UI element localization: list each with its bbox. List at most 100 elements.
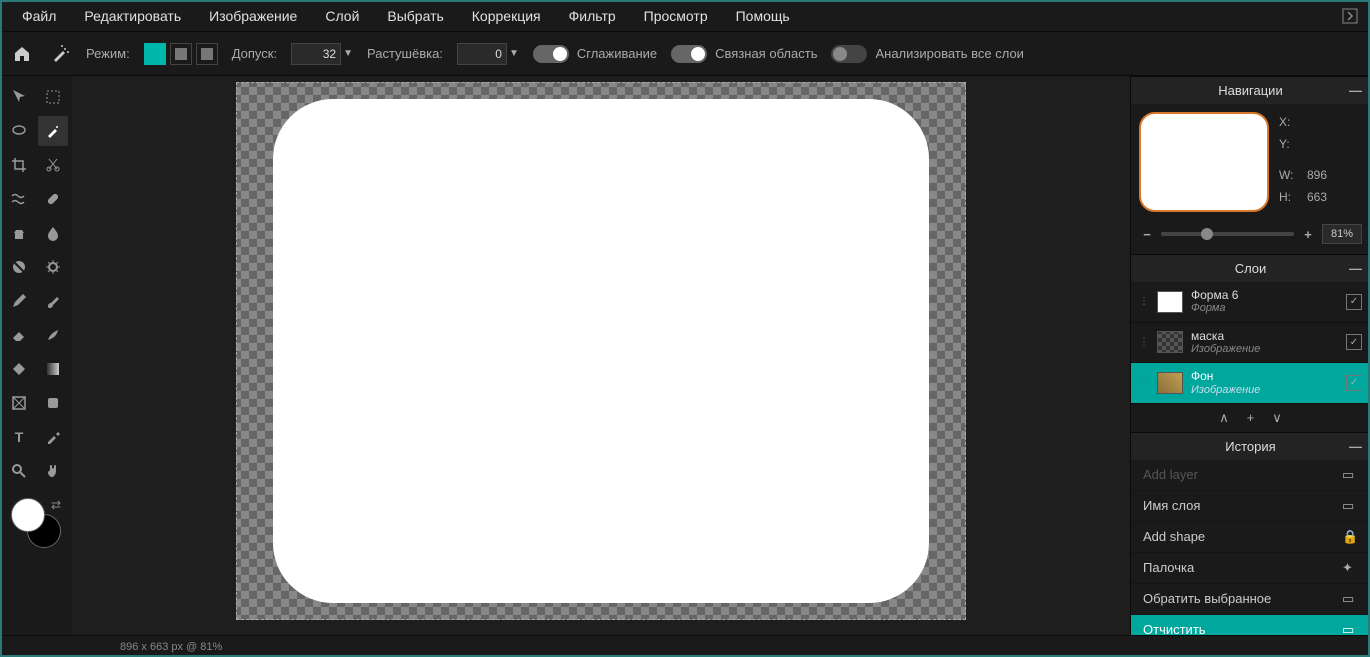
add-layer-icon[interactable]: + bbox=[1247, 410, 1255, 426]
zoom-tool[interactable] bbox=[4, 456, 34, 486]
layer-thumbnail[interactable] bbox=[1157, 331, 1183, 353]
move-tool[interactable] bbox=[4, 82, 34, 112]
history-label: Имя слоя bbox=[1143, 498, 1200, 513]
menu-view[interactable]: Просмотр bbox=[630, 2, 722, 30]
color-well[interactable]: ⇄ bbox=[11, 498, 61, 548]
chevron-down-icon[interactable]: ▼ bbox=[509, 48, 519, 59]
home-icon[interactable] bbox=[10, 42, 34, 66]
contiguous-toggle[interactable] bbox=[671, 45, 707, 63]
path-tool[interactable] bbox=[38, 388, 68, 418]
lock-icon: 🔒 bbox=[1342, 529, 1358, 545]
nav-h-label: H: bbox=[1279, 187, 1299, 209]
zoom-in-button[interactable]: + bbox=[1300, 227, 1316, 242]
tolerance-input[interactable] bbox=[291, 43, 341, 65]
history-item[interactable]: Add layer ▭ bbox=[1131, 460, 1370, 491]
cut-tool[interactable] bbox=[38, 150, 68, 180]
gradient-tool[interactable] bbox=[38, 354, 68, 384]
heal-tool[interactable] bbox=[38, 184, 68, 214]
sponge-tool[interactable] bbox=[38, 252, 68, 282]
drag-handle-icon[interactable]: ⋮ bbox=[1139, 377, 1149, 388]
menu-help[interactable]: Помощь bbox=[722, 2, 804, 30]
fill-tool[interactable] bbox=[4, 354, 34, 384]
brush-tool[interactable] bbox=[38, 286, 68, 316]
history-item[interactable]: Имя слоя ▭ bbox=[1131, 491, 1370, 522]
minimize-icon[interactable]: — bbox=[1349, 83, 1362, 98]
all-layers-label: Анализировать все слои bbox=[875, 46, 1023, 61]
liquify-tool[interactable] bbox=[4, 184, 34, 214]
status-text: 896 x 663 px @ 81% bbox=[120, 641, 222, 653]
lasso-tool[interactable] bbox=[4, 116, 34, 146]
history-item[interactable]: Отчистить ▭ bbox=[1131, 615, 1370, 635]
visibility-checkbox[interactable]: ✓ bbox=[1346, 334, 1362, 350]
mode-subtract-selection[interactable] bbox=[196, 43, 218, 65]
layer-name: Форма 6 bbox=[1191, 288, 1338, 302]
eyedropper-tool[interactable] bbox=[38, 422, 68, 452]
dodge-tool[interactable] bbox=[4, 252, 34, 282]
menu-bar: Файл Редактировать Изображение Слой Выбр… bbox=[0, 0, 1370, 32]
canvas-area[interactable] bbox=[72, 76, 1130, 635]
eraser-tool[interactable] bbox=[4, 320, 34, 350]
canvas[interactable] bbox=[236, 82, 966, 620]
zoom-value-input[interactable] bbox=[1322, 224, 1362, 244]
menu-filter[interactable]: Фильтр bbox=[555, 2, 630, 30]
layer-up-icon[interactable]: ∧ bbox=[1219, 410, 1229, 426]
layer-down-icon[interactable]: ∨ bbox=[1272, 410, 1282, 426]
menu-file[interactable]: Файл bbox=[8, 2, 70, 30]
pencil-tool[interactable] bbox=[4, 286, 34, 316]
mode-new-selection[interactable] bbox=[144, 43, 166, 65]
clone-tool[interactable] bbox=[4, 218, 34, 248]
minimize-icon[interactable]: — bbox=[1349, 439, 1362, 454]
blur-tool[interactable] bbox=[38, 218, 68, 248]
clipboard-icon: ▭ bbox=[1342, 467, 1358, 483]
menu-layer[interactable]: Слой bbox=[311, 2, 373, 30]
magic-wand-tool-icon[interactable] bbox=[48, 42, 72, 66]
layer-row[interactable]: ⋮ Форма 6 Форма ✓ bbox=[1131, 282, 1370, 323]
nav-thumbnail[interactable] bbox=[1139, 112, 1269, 212]
hand-tool[interactable] bbox=[38, 456, 68, 486]
marquee-tool[interactable] bbox=[38, 82, 68, 112]
smudge-tool[interactable] bbox=[38, 320, 68, 350]
drag-handle-icon[interactable]: ⋮ bbox=[1139, 296, 1149, 307]
drag-handle-icon[interactable]: ⋮ bbox=[1139, 337, 1149, 348]
all-layers-toggle[interactable] bbox=[831, 45, 867, 63]
antialias-label: Сглаживание bbox=[577, 46, 657, 61]
tolerance-label: Допуск: bbox=[232, 46, 277, 61]
visibility-checkbox[interactable]: ✓ bbox=[1346, 294, 1362, 310]
zoom-out-button[interactable]: − bbox=[1139, 227, 1155, 242]
layer-thumbnail[interactable] bbox=[1157, 372, 1183, 394]
mode-add-selection[interactable] bbox=[170, 43, 192, 65]
text-tool[interactable]: T bbox=[4, 422, 34, 452]
shape-tool[interactable] bbox=[4, 388, 34, 418]
feather-input[interactable] bbox=[457, 43, 507, 65]
history-label: Палочка bbox=[1143, 560, 1194, 575]
layer-row[interactable]: ⋮ Фон Изображение ✓ bbox=[1131, 363, 1370, 404]
wand-icon: ✦ bbox=[1342, 560, 1358, 576]
layer-thumbnail[interactable] bbox=[1157, 291, 1183, 313]
nav-x-label: X: bbox=[1279, 112, 1299, 134]
history-item[interactable]: Add shape 🔒 bbox=[1131, 522, 1370, 553]
menu-select[interactable]: Выбрать bbox=[373, 2, 457, 30]
layer-row[interactable]: ⋮ маска Изображение ✓ bbox=[1131, 323, 1370, 364]
swap-colors-icon[interactable]: ⇄ bbox=[51, 498, 61, 512]
layers-panel-header: Слои — bbox=[1131, 254, 1370, 282]
chevron-down-icon[interactable]: ▼ bbox=[343, 48, 353, 59]
options-bar: Режим: Допуск: ▼ Растушёвка: ▼ Сглаживан… bbox=[0, 32, 1370, 76]
history-item[interactable]: Палочка ✦ bbox=[1131, 553, 1370, 584]
wand-tool[interactable] bbox=[38, 116, 68, 146]
zoom-slider[interactable] bbox=[1161, 232, 1294, 236]
visibility-checkbox[interactable]: ✓ bbox=[1346, 375, 1362, 391]
expand-right-icon[interactable] bbox=[1338, 4, 1362, 28]
history-item[interactable]: Обратить выбранное ▭ bbox=[1131, 584, 1370, 615]
menu-image[interactable]: Изображение bbox=[195, 2, 311, 30]
menu-adjust[interactable]: Коррекция bbox=[458, 2, 555, 30]
menu-edit[interactable]: Редактировать bbox=[70, 2, 195, 30]
crop-tool[interactable] bbox=[4, 150, 34, 180]
history-label: Add shape bbox=[1143, 529, 1205, 544]
foreground-color[interactable] bbox=[11, 498, 45, 532]
toolbox: T ⇄ bbox=[0, 76, 72, 635]
nav-w-value: 896 bbox=[1307, 165, 1327, 187]
antialias-toggle[interactable] bbox=[533, 45, 569, 63]
clipboard-icon: ▭ bbox=[1342, 622, 1358, 635]
minimize-icon[interactable]: — bbox=[1349, 261, 1362, 276]
layers-panel-title: Слои bbox=[1235, 261, 1267, 276]
